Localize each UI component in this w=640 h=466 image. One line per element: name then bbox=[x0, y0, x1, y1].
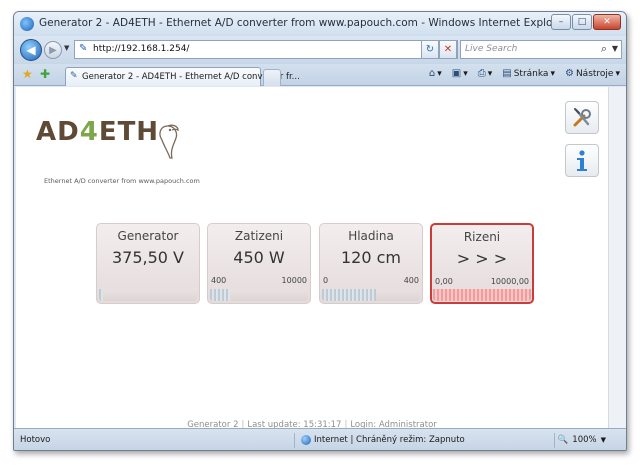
tools-menu[interactable]: ⚙ Nástroje ▾ bbox=[565, 68, 620, 79]
tile-title: Zatizeni bbox=[234, 229, 284, 243]
search-input[interactable]: Live Search ⌕ ▼ bbox=[460, 40, 622, 59]
ad4eth-logo: AD4ETH Ethernet A/D converter from www.p… bbox=[36, 117, 200, 185]
address-bar: ◀ ▶ ▼ ✎ http://192.168.1.254/ ▼ ↻ ✕ Live… bbox=[14, 36, 626, 64]
tile-min-label: 0,00 bbox=[435, 277, 453, 286]
minimize-button[interactable]: – bbox=[551, 14, 571, 30]
page-menu-icon: ▤ bbox=[502, 68, 512, 79]
page-menu[interactable]: ▤ Stránka ▾ bbox=[502, 68, 555, 79]
print-button[interactable]: ⎙ ▾ bbox=[478, 68, 493, 79]
logo-text-b: ETH bbox=[98, 117, 160, 147]
close-button[interactable]: ✕ bbox=[593, 14, 621, 30]
favorites-star-icon[interactable]: ★ bbox=[22, 67, 33, 81]
page-icon: ✎ bbox=[70, 71, 78, 81]
arrow-right-icon: ▶ bbox=[49, 44, 57, 56]
globe-icon bbox=[301, 435, 311, 445]
gear-icon: ⚙ bbox=[564, 68, 574, 79]
tile-max-label: 400 bbox=[403, 276, 419, 285]
page-menu-label: Stránka bbox=[513, 68, 549, 79]
tab-active[interactable]: ✎ Generator 2 - AD4ETH - Ethernet A/D co… bbox=[65, 67, 300, 86]
tile-rizeni[interactable]: Rizeni > > > 0,00 10000,00 bbox=[430, 223, 534, 304]
level-fill bbox=[433, 289, 531, 301]
level-fill bbox=[99, 289, 103, 301]
login-info[interactable]: Login: Administrator bbox=[350, 420, 436, 428]
tile-value: 450 W bbox=[233, 248, 285, 267]
stop-icon: ✕ bbox=[443, 44, 453, 55]
level-fill bbox=[210, 289, 230, 301]
zoom-icon: 🔍 bbox=[557, 435, 569, 445]
separator: | bbox=[344, 420, 348, 428]
window-title: Generator 2 - AD4ETH - Ethernet A/D conv… bbox=[39, 17, 568, 29]
zoom-dropdown-icon[interactable]: ▼ bbox=[601, 436, 606, 444]
tile-zatizeni[interactable]: Zatizeni 450 W 400 10000 bbox=[207, 223, 311, 304]
tile-value: 375,50 V bbox=[111, 248, 184, 267]
search-dropdown-icon[interactable]: ▼ bbox=[612, 44, 618, 53]
settings-button[interactable] bbox=[565, 101, 599, 134]
home-button[interactable]: ⌂ ▾ bbox=[429, 68, 442, 79]
rss-icon: ▣ bbox=[451, 68, 462, 79]
new-tab-button[interactable] bbox=[263, 69, 281, 86]
window-controls: – □ ✕ bbox=[551, 14, 621, 30]
status-bar: Hotovo Internet | Chráněný režim: Zapnut… bbox=[14, 428, 626, 450]
home-icon: ⌂ bbox=[428, 68, 436, 79]
tile-value: 120 cm bbox=[340, 248, 401, 267]
page-footer: Generator 2 | Last update: 15:31:17 | Login:… bbox=[16, 420, 608, 428]
refresh-icon: ↻ bbox=[425, 44, 435, 55]
last-update: Last update: 15:31:17 bbox=[247, 420, 342, 428]
feeds-button[interactable]: ▣ ▾ bbox=[452, 68, 468, 79]
logo-text: AD4ETH bbox=[36, 117, 159, 147]
tile-value: > > > bbox=[456, 249, 508, 268]
url-text[interactable]: http://192.168.1.254/ bbox=[93, 44, 189, 54]
level-bar bbox=[433, 289, 531, 301]
tile-generator[interactable]: Generator 375,50 V bbox=[96, 223, 200, 304]
status-divider bbox=[554, 433, 555, 448]
status-text: Hotovo bbox=[20, 435, 51, 445]
command-bar: ⌂ ▾ ▣ ▾ ⎙ ▾ ▤ Stránka ▾ ⚙ Nástroje ▾ bbox=[429, 68, 620, 79]
logo-text-4: 4 bbox=[79, 117, 99, 147]
page-content: AD4ETH Ethernet A/D converter from www.p… bbox=[16, 87, 608, 428]
tools-menu-label: Nástroje bbox=[575, 68, 614, 79]
printer-icon: ⎙ bbox=[477, 68, 486, 79]
browser-window: Generator 2 - AD4ETH - Ethernet A/D conv… bbox=[13, 11, 627, 451]
tile-min-label: 0 bbox=[323, 276, 329, 285]
logo-tagline: Ethernet A/D converter from www.papouch.… bbox=[44, 177, 200, 185]
zoom-control[interactable]: 🔍 100% ▼ bbox=[558, 435, 606, 445]
ie-icon bbox=[20, 17, 34, 31]
level-bar bbox=[322, 289, 420, 301]
parrot-logo-icon bbox=[159, 124, 179, 159]
tile-min-label: 400 bbox=[211, 276, 227, 285]
tile-title: Generator bbox=[117, 229, 179, 243]
refresh-button[interactable]: ↻ bbox=[421, 40, 439, 59]
history-dropdown-icon[interactable]: ▼ bbox=[64, 44, 69, 52]
security-zone[interactable]: Internet | Chráněný režim: Zapnuto bbox=[301, 435, 465, 445]
info-button[interactable] bbox=[565, 144, 599, 177]
search-placeholder: Live Search bbox=[465, 44, 518, 54]
tab-bar: ★ ✚ ✎ Generator 2 - AD4ETH - Ethernet A/… bbox=[14, 64, 626, 86]
maximize-button[interactable]: □ bbox=[572, 14, 592, 30]
forward-button[interactable]: ▶ bbox=[44, 41, 62, 59]
tools-icon bbox=[573, 107, 591, 126]
url-field[interactable]: ✎ http://192.168.1.254/ ▼ bbox=[74, 40, 458, 59]
stop-button[interactable]: ✕ bbox=[439, 40, 457, 59]
level-bar bbox=[99, 289, 197, 301]
tile-max-label: 10000 bbox=[281, 276, 307, 285]
back-button[interactable]: ◀ bbox=[20, 39, 42, 61]
tile-max-label: 10000,00 bbox=[490, 277, 529, 286]
tile-title: Rizeni bbox=[463, 230, 501, 244]
title-bar: Generator 2 - AD4ETH - Ethernet A/D conv… bbox=[14, 12, 626, 36]
zone-text: Internet | Chráněný režim: Zapnuto bbox=[314, 435, 465, 445]
vertical-scrollbar[interactable] bbox=[608, 87, 626, 428]
arrow-left-icon: ◀ bbox=[26, 43, 36, 57]
level-bar bbox=[210, 289, 308, 301]
tile-hladina[interactable]: Hladina 120 cm 0 400 bbox=[319, 223, 423, 304]
add-favorite-icon[interactable]: ✚ bbox=[40, 67, 50, 81]
level-fill bbox=[322, 289, 376, 301]
info-icon bbox=[577, 149, 587, 171]
search-icon[interactable]: ⌕ bbox=[601, 42, 607, 56]
logo-text-a: AD bbox=[36, 117, 80, 147]
tile-title: Hladina bbox=[348, 229, 394, 243]
status-divider bbox=[294, 433, 295, 448]
page-icon: ✎ bbox=[79, 43, 88, 54]
zoom-level: 100% bbox=[572, 435, 597, 445]
device-name: Generator 2 bbox=[187, 420, 239, 428]
